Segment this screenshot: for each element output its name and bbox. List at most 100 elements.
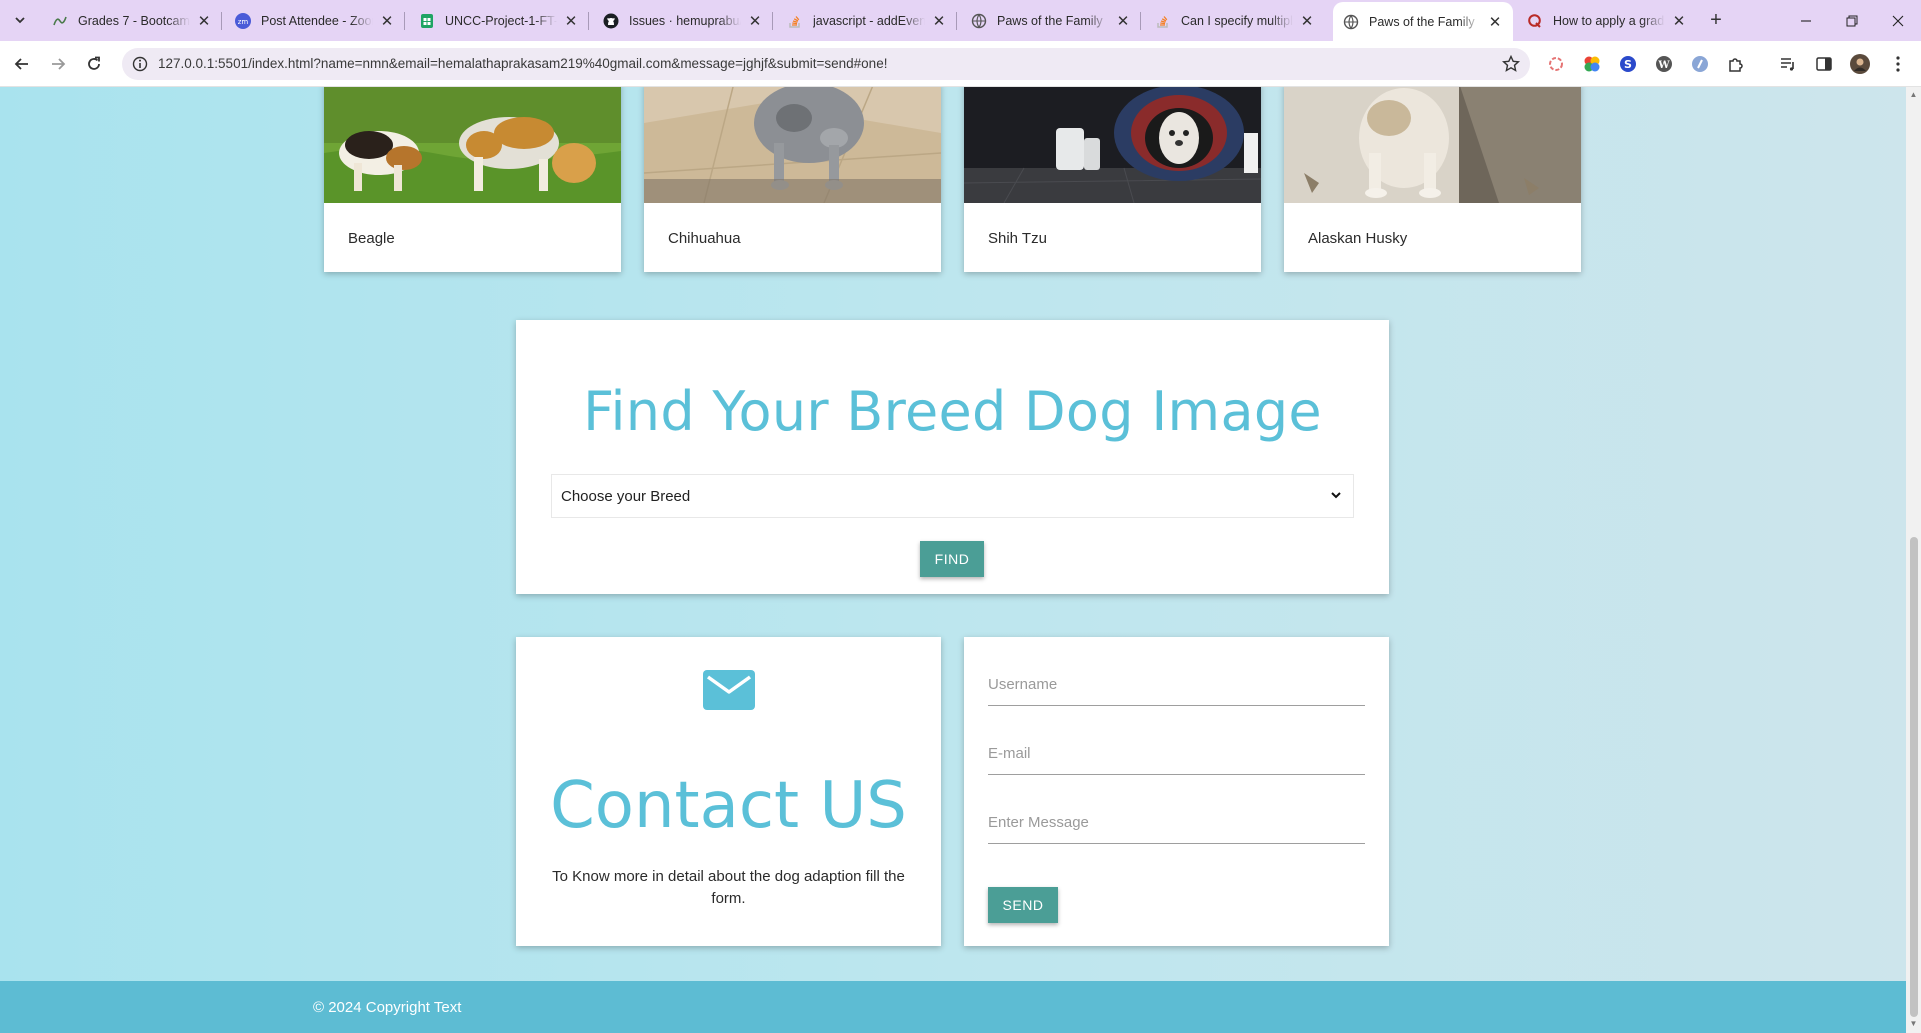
tab-title: Grades 7 - Bootcamp [78,13,190,28]
globe-icon [1343,14,1359,30]
alaskan-husky-photo [1284,87,1581,203]
tab-strip: Grades 7 - Bootcamp ✕ zm Post Attendee -… [0,0,1921,41]
scrollbar-thumb[interactable] [1910,537,1918,1017]
breed-name: Chihuahua [668,230,741,247]
tab-grades[interactable]: Grades 7 - Bootcamp ✕ [42,2,222,39]
side-panel-icon[interactable] [1813,53,1835,75]
contact-description: To Know more in detail about the dog ada… [552,868,905,907]
address-bar[interactable]: 127.0.0.1:5501/index.html?name=nmn&email… [122,48,1530,80]
breed-select[interactable]: Choose your Breed [551,474,1354,518]
url-text[interactable]: 127.0.0.1:5501/index.html?name=nmn&email… [158,56,887,71]
reading-list-icon[interactable] [1777,53,1799,75]
close-icon[interactable]: ✕ [931,12,947,30]
close-icon[interactable]: ✕ [1299,12,1315,30]
tab-title: UNCC-Project-1-FT-0 [445,13,557,28]
breed-name: Shih Tzu [988,230,1047,247]
avatar[interactable] [1849,53,1871,75]
restore-icon [1846,15,1858,26]
svg-text:zm: zm [238,18,249,26]
page-footer: © 2024 Copyright Text [0,981,1906,1033]
contact-form-card: SEND [964,637,1389,946]
back-button[interactable] [8,50,36,78]
new-tab-button[interactable]: + [1703,8,1729,34]
extension-red-icon[interactable] [1545,53,1567,75]
tab-separator [588,12,589,30]
close-icon[interactable]: ✕ [196,12,212,30]
page-viewport: Beagle Chihuahua Shih Tzu Alaskan Husky … [0,87,1906,1033]
extension-compass-icon[interactable] [1689,53,1711,75]
tab-separator [956,12,957,30]
scroll-down-arrow-icon[interactable]: ▼ [1909,1019,1918,1028]
footer-copyright: © 2024 Copyright Text [313,999,462,1016]
tab-sheets[interactable]: UNCC-Project-1-FT-0 ✕ [409,2,589,39]
close-icon[interactable]: ✕ [1115,12,1131,30]
mail-icon [703,670,755,710]
breed-card-alaskan-husky[interactable]: Alaskan Husky [1284,87,1581,272]
tab-title: Can I specify multiple [1181,13,1293,28]
extensions-puzzle-icon[interactable] [1725,53,1747,75]
forward-button[interactable] [44,50,72,78]
breed-finder-card: Find Your Breed Dog Image Choose your Br… [516,320,1389,594]
quora-icon [1527,13,1543,29]
breed-card-chihuahua[interactable]: Chihuahua [644,87,941,272]
arrow-right-icon [52,58,66,70]
arrow-left-icon [14,58,28,70]
site-info-icon[interactable] [132,56,148,72]
reload-icon [88,56,100,70]
stackoverflow-icon [787,13,803,29]
grades-icon [52,13,68,29]
breed-card-beagle[interactable]: Beagle [324,87,621,272]
close-window-button[interactable] [1875,0,1921,41]
chihuahua-photo [644,87,941,203]
scroll-up-arrow-icon[interactable]: ▲ [1909,90,1918,99]
globe-icon [971,13,987,29]
tab-search-button[interactable] [8,8,32,32]
restore-button[interactable] [1829,0,1875,41]
email-input[interactable] [988,733,1365,775]
zoom-icon: zm [235,12,251,29]
tab-separator [772,12,773,30]
beagle-photo [324,87,621,203]
send-button[interactable]: SEND [988,887,1058,923]
github-icon [603,13,619,29]
breed-card-shih-tzu[interactable]: Shih Tzu [964,87,1261,272]
tab-separator [404,12,405,30]
page-scrollbar[interactable]: ▲ ▼ [1906,87,1921,1033]
close-icon [1892,15,1904,26]
minimize-button[interactable] [1783,0,1829,41]
breed-name: Beagle [348,230,395,247]
sheets-icon [419,13,435,29]
close-icon[interactable]: ✕ [1671,12,1687,30]
tab-github-issues[interactable]: Issues · hemuprabu/W ✕ [593,2,773,39]
breed-select-value: Choose your Breed [561,488,691,505]
extension-wordpress-icon[interactable]: W [1653,53,1675,75]
close-icon[interactable]: ✕ [379,12,395,30]
bookmark-star-icon[interactable] [1502,55,1520,73]
tab-zoom[interactable]: zm Post Attendee - Zoom ✕ [225,2,405,39]
svg-text:S: S [1624,58,1632,71]
menu-kebab-icon[interactable] [1887,53,1909,75]
tab-title: Post Attendee - Zoom [261,13,373,28]
close-icon[interactable]: ✕ [1487,13,1503,31]
chevron-down-icon [15,17,25,24]
breed-name: Alaskan Husky [1308,230,1408,247]
tab-paws-active[interactable]: Paws of the Family ✕ [1333,2,1513,41]
tab-gradient[interactable]: How to apply a gradi ✕ [1517,2,1697,39]
browser-toolbar: 127.0.0.1:5501/index.html?name=nmn&email… [0,41,1921,87]
tab-title: Paws of the Family [997,13,1103,28]
extension-s-icon[interactable]: S [1617,53,1639,75]
close-icon[interactable]: ✕ [747,12,763,30]
tab-addevent[interactable]: javascript - addEvent ✕ [777,2,957,39]
close-icon[interactable]: ✕ [563,12,579,30]
reload-button[interactable] [80,50,108,78]
contact-card: Contact US To Know more in detail about … [516,637,941,946]
tab-specify-multiple[interactable]: Can I specify multiple ✕ [1145,2,1325,39]
tab-separator [221,12,222,30]
contact-title: Contact US [550,769,907,843]
tab-title: Issues · hemuprabu/W [629,13,741,28]
find-button[interactable]: FIND [920,541,984,577]
tab-paws-1[interactable]: Paws of the Family ✕ [961,2,1141,39]
message-input[interactable] [988,802,1365,844]
extension-color-icon[interactable] [1581,53,1603,75]
username-input[interactable] [988,664,1365,706]
